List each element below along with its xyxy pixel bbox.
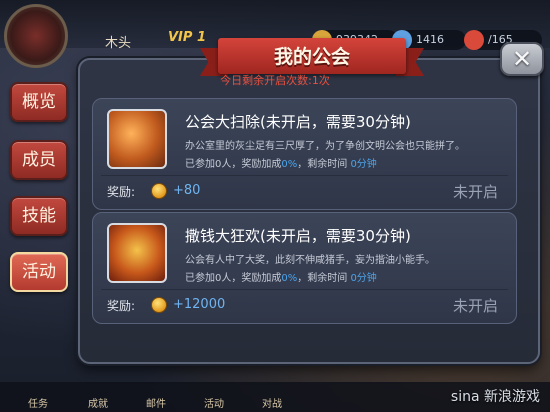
reward-label: 奖励: — [107, 299, 136, 313]
coins-icon — [107, 223, 167, 283]
coin-icon — [151, 183, 167, 199]
tab-events-label: 活动 — [22, 262, 56, 282]
panel-title: 我的公会 — [273, 46, 350, 68]
broom-icon — [107, 109, 167, 169]
status-not-started-button[interactable]: 未开启 — [453, 295, 498, 316]
event-meta: 已参加0人，奖励加成0%，剩余时间 0分钟 — [185, 155, 377, 170]
joined-prefix: 已参加 — [185, 159, 215, 170]
lightning-icon — [464, 30, 484, 50]
remaining-value: 0分钟 — [350, 159, 377, 170]
player-name: 木头 — [105, 36, 132, 51]
remaining-prefix: ，剩余时间 — [297, 273, 348, 284]
remaining-prefix: ，剩余时间 — [297, 159, 348, 170]
reward-value: +12000 — [173, 297, 226, 312]
event-card-cleanup[interactable]: 公会大扫除(未开启，需要30分钟) 办公室里的灰尘足有三尺厚了，为了争创文明公会… — [92, 98, 517, 210]
close-button[interactable]: ✕ — [500, 42, 544, 76]
tab-overview[interactable]: 概览 — [10, 82, 68, 122]
joined-prefix: 已参加 — [185, 273, 215, 284]
tab-members-label: 成员 — [22, 150, 56, 170]
event-title: 公会大扫除(未开启，需要30分钟) — [185, 113, 411, 131]
bottom-nav-mail[interactable]: 邮件 — [146, 395, 166, 410]
reward-value: +80 — [173, 183, 201, 198]
tab-members[interactable]: 成员 — [10, 140, 68, 180]
event-title: 撒钱大狂欢(未开启，需要30分钟) — [185, 227, 411, 245]
tab-events[interactable]: 活动 — [10, 252, 68, 292]
joined-unit: 人，奖励加成 — [221, 273, 282, 284]
avatar[interactable] — [4, 4, 68, 68]
bonus-value: 0% — [281, 273, 298, 284]
event-meta: 已参加0人，奖励加成0%，剩余时间 0分钟 — [185, 269, 377, 284]
bottom-nav-achievements[interactable]: 成就 — [88, 395, 108, 410]
card-divider — [101, 289, 508, 290]
status-not-started-button[interactable]: 未开启 — [453, 181, 498, 202]
tab-skills[interactable]: 技能 — [10, 196, 68, 236]
event-card-money-party[interactable]: 撒钱大狂欢(未开启，需要30分钟) 公会有人中了大奖，此刻不伸咸猪手，妄为揩油小… — [92, 212, 517, 324]
event-description: 公会有人中了大奖，此刻不伸咸猪手，妄为揩油小能手。 — [185, 255, 435, 266]
close-icon: ✕ — [511, 45, 533, 73]
bottom-nav-battle[interactable]: 对战 — [262, 395, 282, 410]
remaining-opens-text: 今日剩余开启次数:1次 — [220, 74, 330, 87]
bottom-nav-events[interactable]: 活动 — [204, 395, 224, 410]
event-description: 办公室里的灰尘足有三尺厚了，为了争创文明公会也只能拼了。 — [185, 141, 465, 152]
coin-icon — [151, 297, 167, 313]
remaining-value: 0分钟 — [350, 273, 377, 284]
bonus-value: 0% — [281, 159, 298, 170]
watermark: sina 新浪游戏 — [450, 389, 540, 405]
bottom-nav-quests[interactable]: 任务 — [28, 395, 48, 410]
reward-label: 奖励: — [107, 185, 136, 199]
tab-overview-label: 概览 — [22, 92, 56, 112]
tab-skills-label: 技能 — [22, 206, 56, 226]
card-divider — [101, 175, 508, 176]
joined-unit: 人，奖励加成 — [221, 159, 282, 170]
